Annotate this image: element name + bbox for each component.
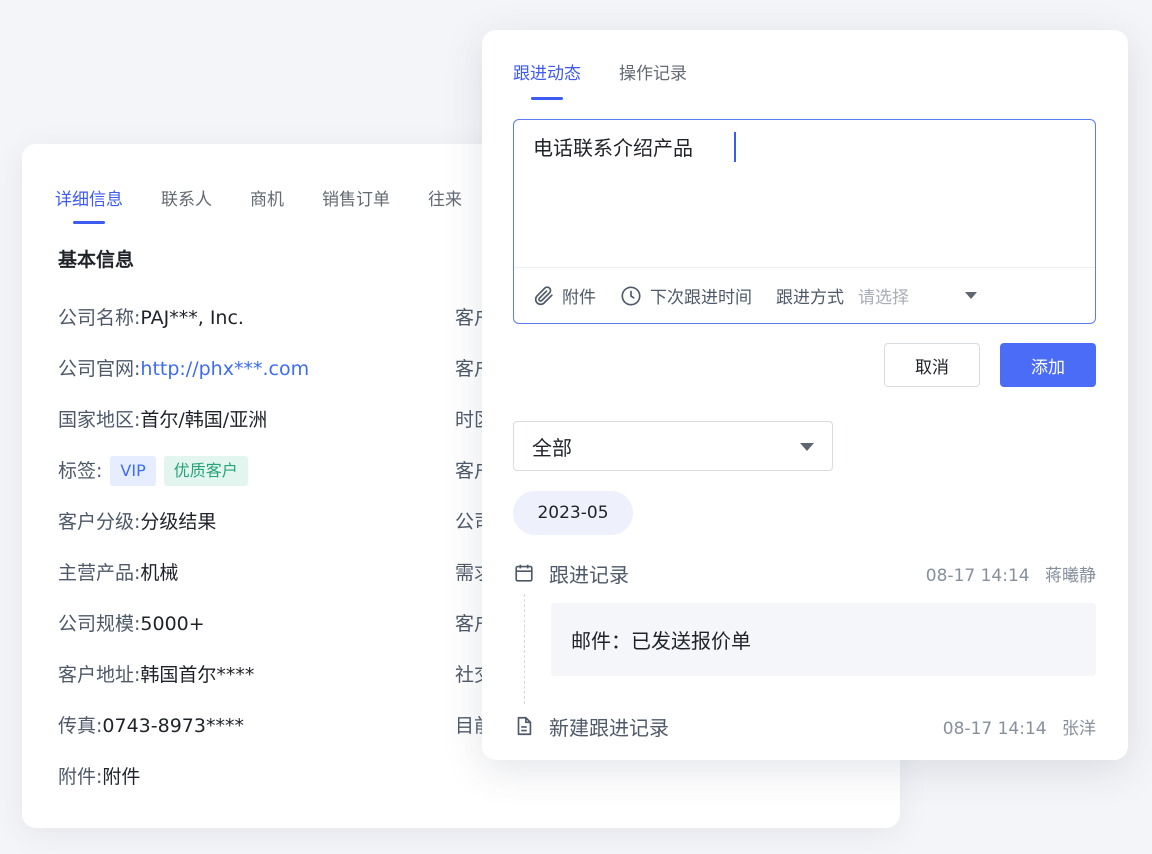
caret-down-icon [800,443,814,451]
field-label: 客户分级: [58,511,141,533]
tab-followup-activity[interactable]: 跟进动态 [513,62,581,100]
tab-opportunities[interactable]: 商机 [250,188,284,224]
paperclip-icon [534,285,553,305]
field-tags: 标签: VIP 优质客户 [58,456,458,508]
followup-method-label: 跟进方式 [776,288,844,308]
text-caret [734,132,736,162]
clock-icon [621,285,641,306]
field-value: 首尔/韩国/亚洲 [140,409,268,431]
field-address: 客户地址: 韩国首尔**** [58,661,458,712]
timeline-item-time: 08-17 14:14 [942,718,1047,739]
field-scale: 公司规模: 5000+ [58,610,458,661]
timeline-item-user: 张洋 [1062,718,1096,739]
attachment-label: 附件 [562,288,596,308]
field-label: 主营产品: [58,562,141,584]
field-value: 分级结果 [140,511,217,533]
followup-method-select[interactable]: 跟进方式 请选择 [776,283,977,308]
field-label: 国家地区: [58,409,141,431]
tag-vip: VIP [110,456,156,486]
tag-quality-customer: 优质客户 [163,456,248,486]
field-label: 公司规模: [58,613,141,635]
followup-tabs: 跟进动态 操作记录 [513,62,725,100]
document-icon [517,716,532,736]
field-label: 传真: [58,715,103,737]
timeline-item-title: 新建跟进记录 [549,715,669,740]
field-label: 标签: [58,460,103,482]
caret-down-icon [965,292,977,299]
field-value: PAJ***, Inc. [140,307,244,329]
field-value: 5000+ [140,613,205,635]
attachment-link[interactable]: 附件 [102,763,140,791]
timeline-item: 跟进记录 08-17 14:14 蒋曦静 [513,558,1096,588]
field-label: 公司官网: [58,358,141,380]
followup-editor[interactable]: 电话联系介绍产品 附件 下次跟进时间 跟进方式 请选择 [513,119,1096,324]
timeline-item-user: 蒋曦静 [1045,565,1096,586]
editor-toolbar: 附件 下次跟进时间 跟进方式 请选择 [514,267,1095,323]
detail-tabs: 详细信息 联系人 商机 销售订单 往来 [55,188,500,224]
tab-transactions[interactable]: 往来 [428,188,462,224]
timeline-item-content: 邮件：已发送报价单 [551,603,1096,676]
timeline-connector [524,594,525,704]
tab-sales-orders[interactable]: 销售订单 [322,188,390,224]
add-button[interactable]: 添加 [1000,343,1096,387]
field-value: 0743-8973**** [102,715,244,737]
field-website: 公司官网: http://phx***.com [58,355,458,406]
field-fax: 传真: 0743-8973**** [58,712,458,763]
followup-panel: 跟进动态 操作记录 电话联系介绍产品 附件 下次跟进时间 跟进方式 请选择 取消… [482,30,1128,760]
basic-info-list: 公司名称: PAJ***, Inc. 公司官网: http://phx***.c… [58,304,458,803]
next-followup-time-button[interactable]: 下次跟进时间 [620,283,752,308]
field-attachment: 附件: 附件 [58,763,458,803]
field-label: 客户地址: [58,664,141,686]
tab-operation-log[interactable]: 操作记录 [619,62,687,100]
calendar-icon [515,564,533,582]
field-value: 机械 [140,562,179,584]
field-region: 国家地区: 首尔/韩国/亚洲 [58,406,458,457]
timeline-item-meta: 08-17 14:14 张洋 [943,714,1096,739]
date-group-chip: 2023-05 [513,491,633,535]
field-grade: 客户分级: 分级结果 [58,508,458,559]
tab-contacts[interactable]: 联系人 [161,188,212,224]
field-label: 附件: [58,766,103,788]
field-company-name: 公司名称: PAJ***, Inc. [58,304,458,355]
field-value: 韩国首尔**** [140,664,255,686]
timeline-item-meta: 08-17 14:14 蒋曦静 [926,561,1096,586]
field-main-product: 主营产品: 机械 [58,559,458,610]
filter-selected-value: 全部 [532,435,572,460]
cancel-button[interactable]: 取消 [884,343,980,387]
website-link[interactable]: http://phx***.com [140,355,309,383]
editor-content[interactable]: 电话联系介绍产品 [533,132,693,161]
next-followup-time-label: 下次跟进时间 [650,288,752,308]
tab-detail-info[interactable]: 详细信息 [55,188,123,224]
timeline-item-title: 跟进记录 [549,562,629,587]
filter-select[interactable]: 全部 [513,421,833,471]
timeline-item: 新建跟进记录 08-17 14:14 张洋 [513,711,1096,741]
attachment-button[interactable]: 附件 [534,283,596,308]
field-label: 公司名称: [58,307,141,329]
timeline-item-time: 08-17 14:14 [925,565,1030,586]
followup-method-placeholder: 请选择 [858,288,909,308]
section-title-basic-info: 基本信息 [58,249,135,271]
